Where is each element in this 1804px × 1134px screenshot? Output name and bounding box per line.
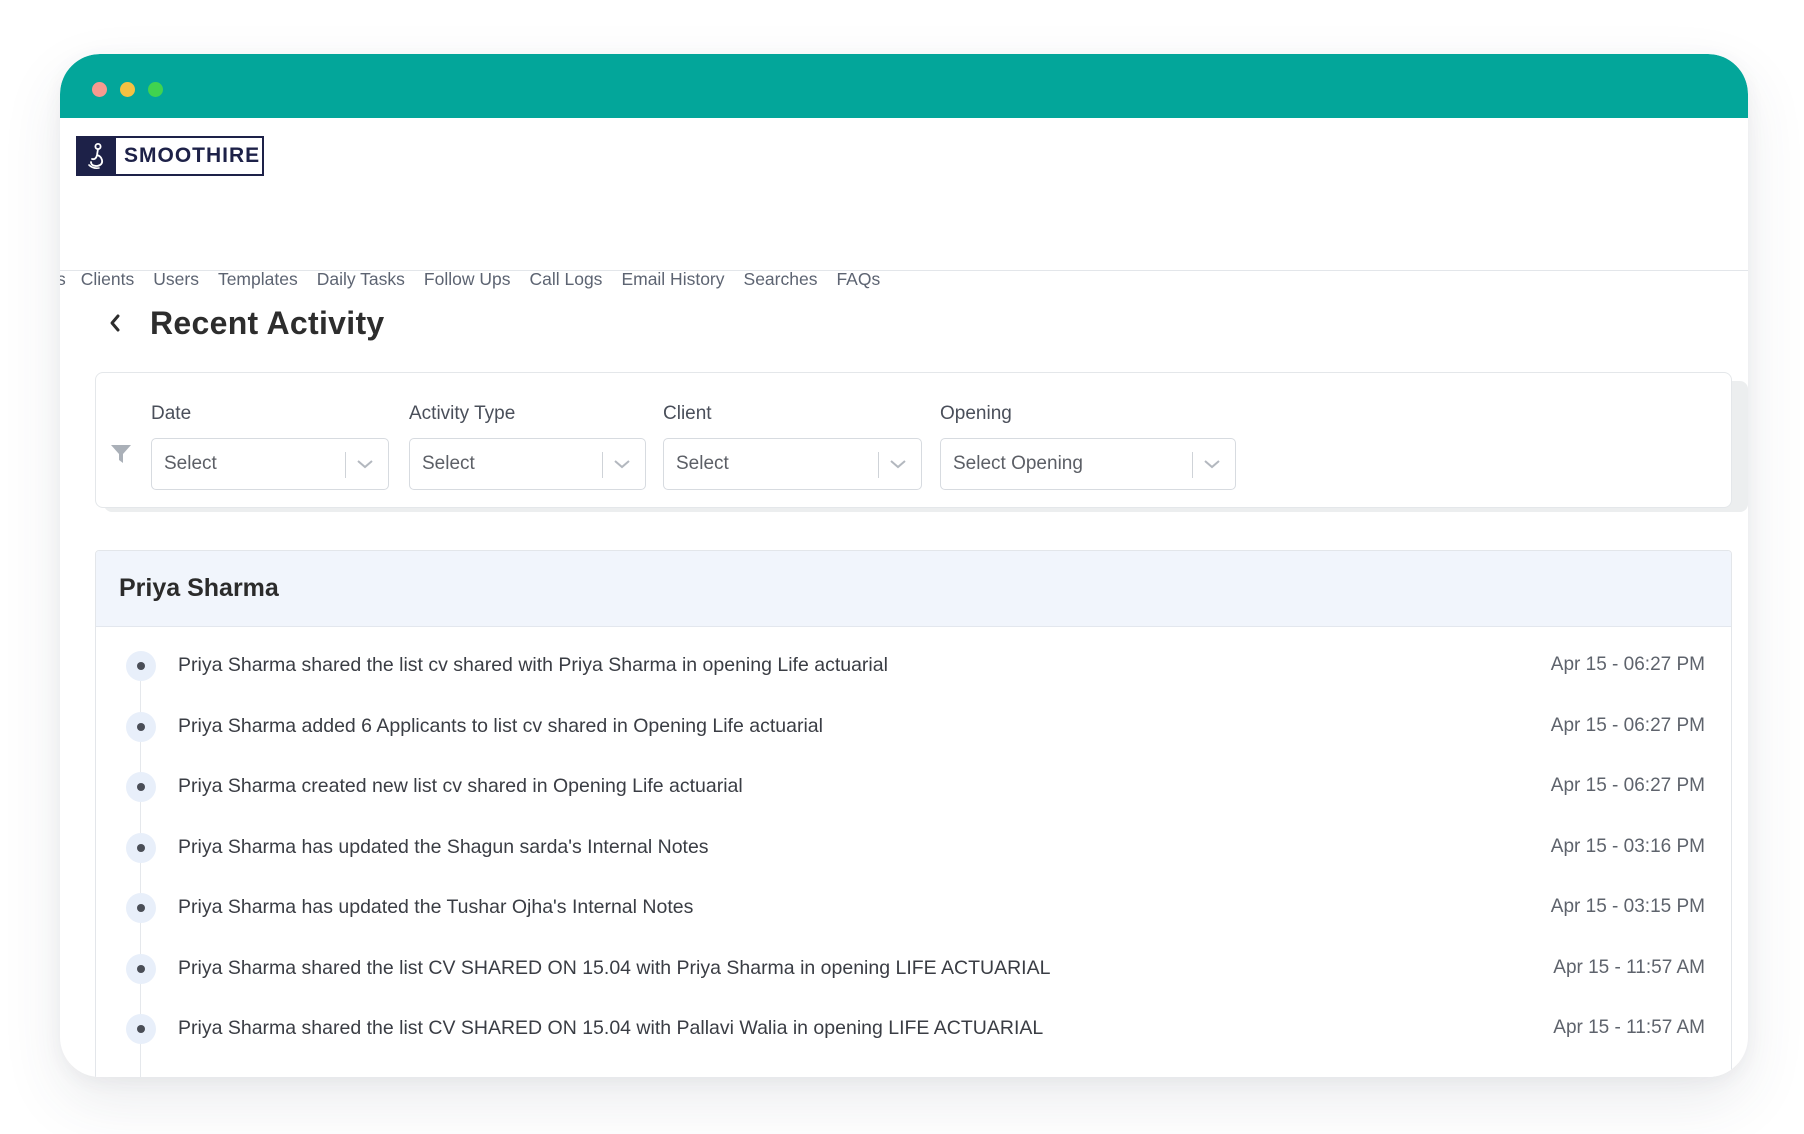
select-separator (878, 452, 879, 478)
main-nav: s Clients Users Templates Daily Tasks Fo… (60, 264, 899, 294)
activity-text: Priya Sharma has updated the Shagun sard… (178, 835, 709, 858)
activity-item: Priya Sharma has updated the Shagun sard… (96, 832, 1731, 894)
timeline-bullet-icon (126, 832, 156, 863)
activity-type-filter: Activity Type Select (409, 403, 646, 490)
date-select-value: Select (164, 453, 217, 474)
nav-item-users[interactable]: Users (153, 269, 199, 290)
nav-item-follow-ups[interactable]: Follow Ups (424, 269, 511, 290)
maximize-window-dot[interactable] (148, 82, 163, 97)
client-select[interactable]: Select (663, 438, 922, 490)
activity-item: Priya Sharma shared the list CV SHARED O… (96, 1014, 1731, 1075)
select-separator (345, 452, 346, 478)
activity-time: Apr 15 - 03:16 PM (1550, 835, 1705, 857)
activity-user-name: Priya Sharma (96, 551, 1731, 627)
page-header: Recent Activity (100, 299, 385, 347)
nav-item-truncated[interactable]: s (60, 269, 66, 290)
timeline-bullet-icon (126, 953, 156, 984)
activity-item: Priya Sharma shared the list cv shared w… (96, 651, 1731, 712)
activity-time: Apr 15 - 03:15 PM (1550, 896, 1705, 917)
back-button[interactable] (100, 308, 130, 338)
nav-item-call-logs[interactable]: Call Logs (529, 269, 602, 290)
nav-item-faqs[interactable]: FAQs (836, 269, 880, 290)
date-select[interactable]: Select (151, 438, 389, 490)
chevron-down-icon (1204, 460, 1220, 469)
activity-text: Priya Sharma added 6 Applicants to list … (178, 714, 823, 737)
filter-bar: Date Select Activity Type Select Client … (95, 372, 1732, 508)
chevron-down-icon (357, 460, 373, 469)
opening-filter-label: Opening (940, 403, 1012, 424)
select-separator (602, 452, 603, 478)
opening-select-value: Select Opening (953, 453, 1083, 474)
opening-select[interactable]: Select Opening (940, 438, 1236, 490)
chevron-down-icon (614, 460, 630, 469)
select-separator (1192, 452, 1193, 478)
activity-type-filter-label: Activity Type (409, 403, 516, 424)
activity-item: Priya Sharma created new list cv shared … (96, 772, 1731, 833)
nav-item-searches[interactable]: Searches (744, 269, 818, 290)
brand-name: SMOOTHIRE (124, 144, 261, 167)
timeline-bullet-icon (126, 893, 156, 923)
activity-time: Apr 15 - 06:27 PM (1550, 654, 1705, 675)
filter-icon (110, 443, 132, 470)
nav-item-clients[interactable]: Clients (81, 269, 135, 290)
activity-type-select-value: Select (422, 453, 475, 474)
client-filter-label: Client (663, 403, 712, 424)
activity-item: Priya Sharma has updated the Tushar Ojha… (96, 893, 1731, 954)
date-filter: Date Select (151, 403, 389, 490)
activity-text: Priya Sharma shared the list CV SHARED O… (178, 956, 1051, 979)
chevron-left-icon (110, 314, 120, 332)
activity-text: Priya Sharma shared the list CV SHARED O… (178, 1017, 1044, 1039)
client-select-value: Select (676, 453, 729, 474)
minimize-window-dot[interactable] (120, 82, 135, 97)
brand-logo[interactable]: SMOOTHIRE (76, 136, 264, 176)
timeline-bullet-icon (126, 772, 156, 802)
activity-text: Priya Sharma has updated the Tushar Ojha… (178, 896, 694, 918)
date-filter-label: Date (151, 403, 192, 424)
app-window: SMOOTHIRE s Clients Users Templates Dail… (60, 54, 1748, 1077)
activity-list: Priya Sharma shared the list cv shared w… (96, 651, 1731, 1075)
nav-item-email-history[interactable]: Email History (621, 269, 724, 290)
activity-time: Apr 15 - 11:57 AM (1553, 956, 1705, 978)
chevron-down-icon (890, 460, 906, 469)
page-title: Recent Activity (150, 304, 385, 341)
opening-filter: Opening Select Opening (940, 403, 1236, 490)
activity-item: Priya Sharma shared the list CV SHARED O… (96, 953, 1731, 1015)
activity-time: Apr 15 - 06:27 PM (1550, 775, 1705, 796)
nav-item-daily-tasks[interactable]: Daily Tasks (317, 269, 405, 290)
activity-text: Priya Sharma shared the list cv shared w… (178, 654, 888, 676)
timeline-bullet-icon (126, 651, 156, 681)
activity-time: Apr 15 - 11:57 AM (1553, 1017, 1705, 1038)
close-window-dot[interactable] (92, 82, 107, 97)
activity-card: Priya Sharma Priya Sharma shared the lis… (95, 550, 1732, 1077)
nav-item-templates[interactable]: Templates (218, 269, 298, 290)
timeline-bullet-icon (126, 1014, 156, 1044)
activity-time: Apr 15 - 06:27 PM (1550, 714, 1705, 736)
timeline-bullet-icon (126, 711, 156, 742)
activity-type-select[interactable]: Select (409, 438, 646, 490)
activity-text: Priya Sharma created new list cv shared … (178, 775, 743, 797)
client-filter: Client Select (663, 403, 922, 490)
logo-mark-icon (78, 138, 116, 174)
activity-item: Priya Sharma added 6 Applicants to list … (96, 711, 1731, 773)
window-titlebar (60, 54, 1748, 118)
nav-divider (60, 270, 1748, 271)
